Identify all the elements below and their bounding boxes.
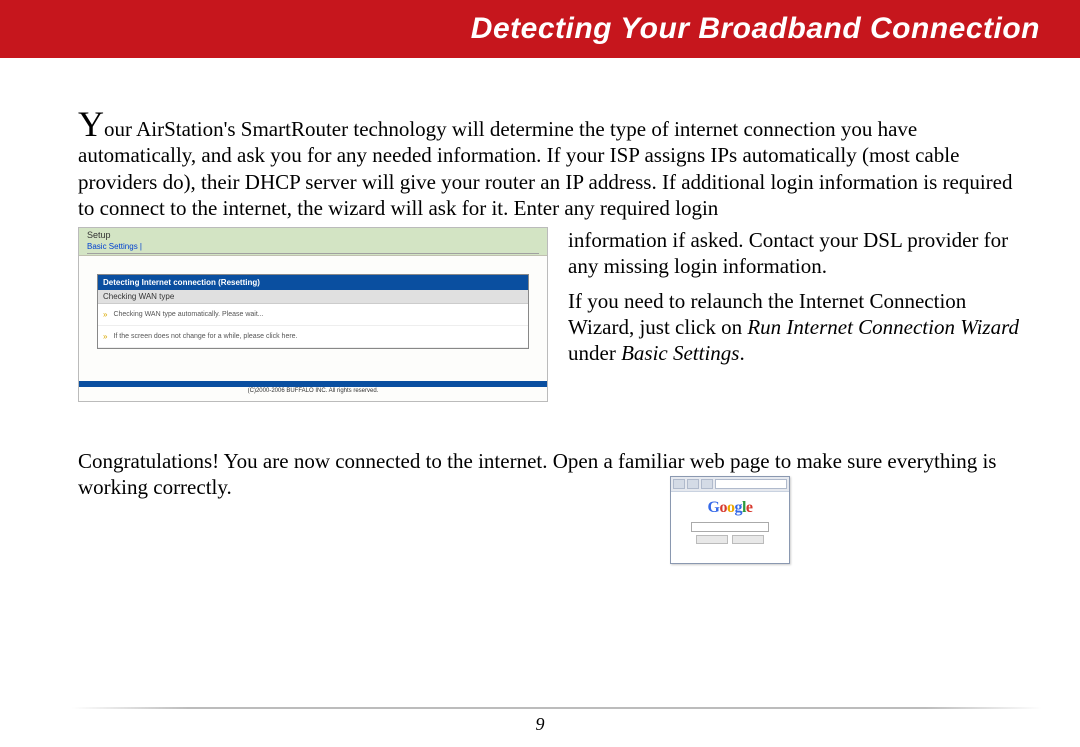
basic-settings-em: Basic Settings: [621, 341, 739, 365]
google-screenshot: Google: [670, 476, 790, 564]
footer-divider: [72, 707, 1042, 709]
paragraph-1-continued: information if asked. Contact your DSL p…: [568, 227, 1020, 280]
header-bar: Detecting Your Broadband Connection: [0, 0, 1080, 58]
stop-button-icon: [701, 479, 713, 489]
wizard-row-2: If the screen does not change for a whil…: [113, 333, 297, 340]
back-button-icon: [673, 479, 685, 489]
forward-button-icon: [687, 479, 699, 489]
wizard-footer-bar: [79, 381, 547, 387]
paragraph-2-post: .: [739, 341, 744, 365]
google-logo: Google: [707, 498, 752, 518]
wizard-panel-header: Detecting Internet connection (Resetting…: [98, 275, 528, 290]
wizard-tab-setup: Setup: [87, 228, 539, 240]
paragraph-2: If you need to relaunch the Internet Con…: [568, 288, 1020, 367]
google-search-box: [691, 522, 769, 532]
google-o1: o: [719, 499, 727, 516]
browser-toolbar: [671, 477, 789, 492]
page-title: Detecting Your Broadband Connection: [471, 12, 1040, 46]
dropcap: Y: [78, 104, 104, 144]
address-bar: [715, 479, 787, 489]
paragraph-2-mid: under: [568, 341, 621, 365]
wizard-screenshot: Setup Basic Settings | Detecting Interne…: [78, 227, 548, 402]
side-text-column: information if asked. Contact your DSL p…: [568, 227, 1020, 402]
google-g: G: [707, 499, 719, 516]
run-wizard-em: Run Internet Connection Wizard: [747, 315, 1019, 339]
paragraph-3: Congratulations! You are now connected t…: [78, 449, 996, 499]
wizard-panel-subheader: Checking WAN type: [98, 290, 528, 304]
google-search-button: [696, 535, 728, 544]
paragraph-1-text: our AirStation's SmartRouter technology …: [78, 117, 1012, 220]
wizard-footer-copyright: (C)2000-2006 BUFFALO INC. All rights res…: [79, 388, 547, 394]
paragraph-1: Your AirStation's SmartRouter technology…: [78, 108, 1020, 221]
arrow-icon: »: [103, 310, 107, 319]
content-area: Your AirStation's SmartRouter technology…: [0, 58, 1080, 501]
google-g2: g: [734, 499, 742, 516]
arrow-icon: »: [103, 332, 107, 341]
page-number: 9: [0, 714, 1080, 735]
wizard-subtab-basic-settings: Basic Settings |: [87, 242, 539, 254]
google-lucky-button: [732, 535, 764, 544]
google-e: e: [746, 499, 753, 516]
wizard-row-1: Checking WAN type automatically. Please …: [113, 311, 263, 318]
